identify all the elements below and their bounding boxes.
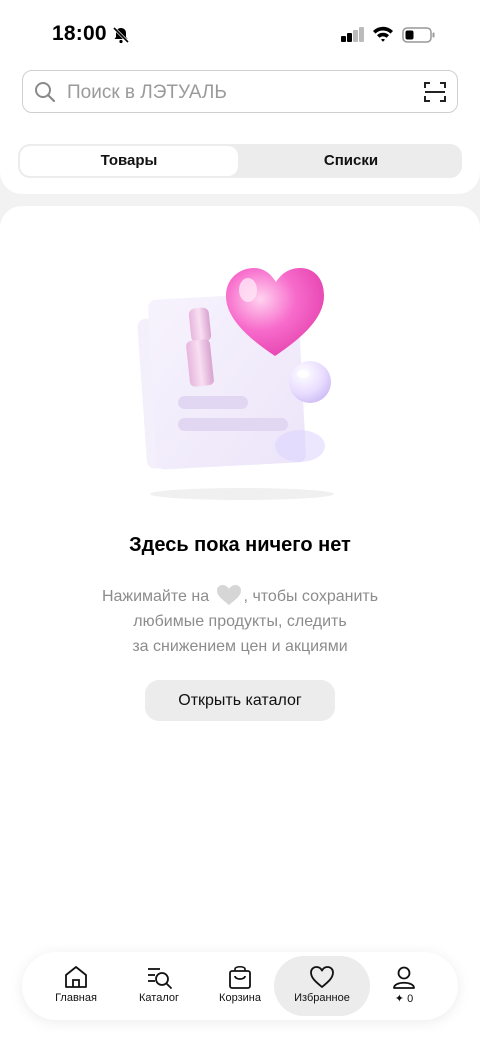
top-card: 18:00 Поиск в ЛЭТУАЛЬ Товары Списки [0, 0, 480, 194]
status-bar: 18:00 [0, 0, 480, 64]
desc-line-2: любимые продукты, следить [133, 613, 347, 630]
wifi-icon [373, 26, 393, 42]
nav-item-profile[interactable]: ✦ 0 [356, 956, 452, 1016]
empty-favorites-illustration [137, 268, 334, 500]
tabs-segmented-control: Товары Списки [18, 144, 462, 178]
desc-after-icon: , чтобы сохранить [243, 588, 379, 605]
signal-icon [341, 27, 364, 42]
home-icon [65, 966, 87, 988]
tab-products[interactable]: Товары [20, 146, 238, 176]
bottom-navigation: Главная Каталог Корзина Избранное ✦ 0 [22, 952, 458, 1020]
heart-icon [310, 966, 334, 988]
heart-icon [216, 585, 241, 605]
search-input[interactable]: Поиск в ЛЭТУАЛЬ [22, 70, 458, 113]
nav-item-home[interactable]: Главная [28, 956, 124, 1016]
battery-icon [402, 27, 435, 43]
bell-off-icon [112, 26, 130, 44]
profile-icon [393, 966, 415, 989]
status-time: 18:00 [52, 22, 107, 45]
nav-label-profile: ✦ 0 [394, 993, 414, 1005]
search-icon [35, 82, 56, 103]
desc-line-3: за снижением цен и акциями [132, 638, 348, 655]
desc-before-icon: Нажимайте на [101, 588, 210, 605]
open-catalog-button[interactable]: Открыть каталог [145, 680, 335, 721]
empty-state-description: Нажимайте на , чтобы сохранить любимые п… [40, 584, 440, 659]
empty-state-title: Здесь пока ничего нет [129, 534, 351, 556]
scan-icon[interactable] [423, 80, 447, 104]
search-placeholder: Поиск в ЛЭТУАЛЬ [67, 82, 227, 103]
nav-label-home: Главная [55, 992, 97, 1004]
bag-icon [229, 965, 251, 989]
catalog-search-icon [148, 968, 172, 989]
tab-lists[interactable]: Списки [242, 146, 460, 176]
